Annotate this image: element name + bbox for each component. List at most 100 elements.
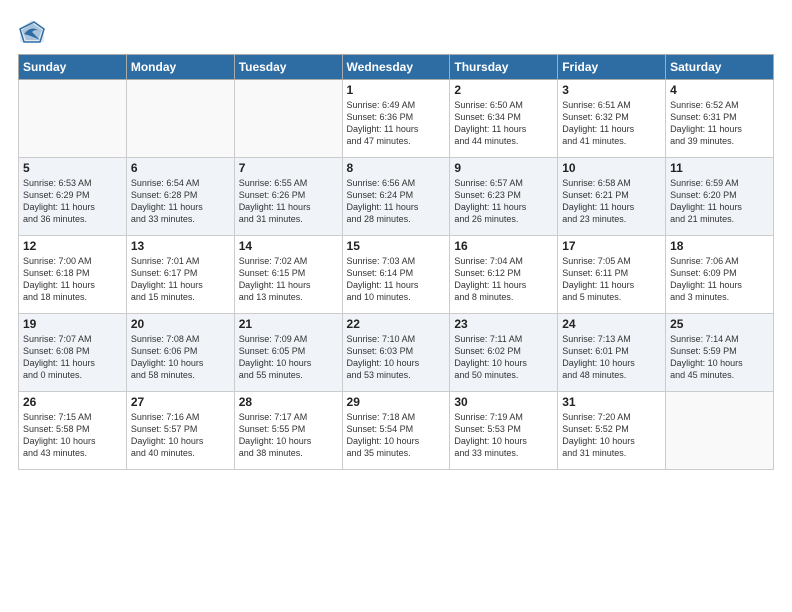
day-info: Sunrise: 7:20 AM Sunset: 5:52 PM Dayligh… (562, 411, 661, 460)
logo (18, 18, 50, 46)
day-number: 20 (131, 317, 230, 331)
calendar-cell: 18 Sunrise: 7:06 AM Sunset: 6:09 PM Dayli… (666, 236, 774, 314)
day-info: Sunrise: 7:04 AM Sunset: 6:12 PM Dayligh… (454, 255, 553, 304)
calendar-cell: 4 Sunrise: 6:52 AM Sunset: 6:31 PM Daylig… (666, 80, 774, 158)
day-info: Sunrise: 6:59 AM Sunset: 6:20 PM Dayligh… (670, 177, 769, 226)
day-info: Sunrise: 7:02 AM Sunset: 6:15 PM Dayligh… (239, 255, 338, 304)
calendar-week-2: 5 Sunrise: 6:53 AM Sunset: 6:29 PM Daylig… (19, 158, 774, 236)
day-number: 3 (562, 83, 661, 97)
day-number: 15 (347, 239, 446, 253)
day-number: 30 (454, 395, 553, 409)
day-number: 21 (239, 317, 338, 331)
col-header-sunday: Sunday (19, 55, 127, 80)
day-number: 29 (347, 395, 446, 409)
day-info: Sunrise: 6:49 AM Sunset: 6:36 PM Dayligh… (347, 99, 446, 148)
day-info: Sunrise: 7:19 AM Sunset: 5:53 PM Dayligh… (454, 411, 553, 460)
day-number: 18 (670, 239, 769, 253)
day-info: Sunrise: 7:14 AM Sunset: 5:59 PM Dayligh… (670, 333, 769, 382)
calendar-cell (666, 392, 774, 470)
calendar-cell: 7Sunrise: 6:55 AM Sunset: 6:26 PM Daylig… (234, 158, 342, 236)
day-info: Sunrise: 6:52 AM Sunset: 6:31 PM Dayligh… (670, 99, 769, 148)
day-number: 22 (347, 317, 446, 331)
calendar-cell: 15Sunrise: 7:03 AM Sunset: 6:14 PM Dayli… (342, 236, 450, 314)
day-number: 14 (239, 239, 338, 253)
day-info: Sunrise: 7:01 AM Sunset: 6:17 PM Dayligh… (131, 255, 230, 304)
day-info: Sunrise: 6:53 AM Sunset: 6:29 PM Dayligh… (23, 177, 122, 226)
calendar-cell: 21 Sunrise: 7:09 AM Sunset: 6:05 PM Dayli… (234, 314, 342, 392)
day-number: 27 (131, 395, 230, 409)
day-number: 12 (23, 239, 122, 253)
day-info: Sunrise: 7:00 AM Sunset: 6:18 PM Dayligh… (23, 255, 122, 304)
calendar-cell: 9Sunrise: 6:57 AM Sunset: 6:23 PM Daylig… (450, 158, 558, 236)
calendar-cell: 26Sunrise: 7:15 AM Sunset: 5:58 PM Dayli… (19, 392, 127, 470)
calendar-week-1: 1Sunrise: 6:49 AM Sunset: 6:36 PM Daylig… (19, 80, 774, 158)
calendar-cell: 6 Sunrise: 6:54 AM Sunset: 6:28 PM Daylig… (126, 158, 234, 236)
day-number: 24 (562, 317, 661, 331)
calendar-cell: 5 Sunrise: 6:53 AM Sunset: 6:29 PM Daylig… (19, 158, 127, 236)
calendar-cell: 20 Sunrise: 7:08 AM Sunset: 6:06 PM Dayli… (126, 314, 234, 392)
day-info: Sunrise: 7:17 AM Sunset: 5:55 PM Dayligh… (239, 411, 338, 460)
calendar: SundayMondayTuesdayWednesdayThursdayFrid… (18, 54, 774, 470)
day-info: Sunrise: 7:08 AM Sunset: 6:06 PM Dayligh… (131, 333, 230, 382)
calendar-cell: 22 Sunrise: 7:10 AM Sunset: 6:03 PM Dayli… (342, 314, 450, 392)
calendar-cell: 28Sunrise: 7:17 AM Sunset: 5:55 PM Dayli… (234, 392, 342, 470)
day-info: Sunrise: 6:50 AM Sunset: 6:34 PM Dayligh… (454, 99, 553, 148)
day-info: Sunrise: 7:06 AM Sunset: 6:09 PM Dayligh… (670, 255, 769, 304)
day-number: 17 (562, 239, 661, 253)
day-number: 25 (670, 317, 769, 331)
calendar-cell: 30 Sunrise: 7:19 AM Sunset: 5:53 PM Dayli… (450, 392, 558, 470)
day-number: 6 (131, 161, 230, 175)
calendar-cell (234, 80, 342, 158)
day-number: 31 (562, 395, 661, 409)
calendar-cell: 2 Sunrise: 6:50 AM Sunset: 6:34 PM Daylig… (450, 80, 558, 158)
calendar-cell: 29Sunrise: 7:18 AM Sunset: 5:54 PM Dayli… (342, 392, 450, 470)
day-info: Sunrise: 6:55 AM Sunset: 6:26 PM Dayligh… (239, 177, 338, 226)
day-number: 5 (23, 161, 122, 175)
day-info: Sunrise: 7:10 AM Sunset: 6:03 PM Dayligh… (347, 333, 446, 382)
calendar-week-3: 12 Sunrise: 7:00 AM Sunset: 6:18 PM Dayli… (19, 236, 774, 314)
day-number: 23 (454, 317, 553, 331)
calendar-header-row: SundayMondayTuesdayWednesdayThursdayFrid… (19, 55, 774, 80)
col-header-tuesday: Tuesday (234, 55, 342, 80)
day-info: Sunrise: 6:58 AM Sunset: 6:21 PM Dayligh… (562, 177, 661, 226)
day-info: Sunrise: 6:56 AM Sunset: 6:24 PM Dayligh… (347, 177, 446, 226)
day-info: Sunrise: 6:54 AM Sunset: 6:28 PM Dayligh… (131, 177, 230, 226)
calendar-cell: 12 Sunrise: 7:00 AM Sunset: 6:18 PM Dayli… (19, 236, 127, 314)
calendar-cell: 3 Sunrise: 6:51 AM Sunset: 6:32 PM Daylig… (558, 80, 666, 158)
day-number: 2 (454, 83, 553, 97)
day-number: 16 (454, 239, 553, 253)
calendar-cell: 11Sunrise: 6:59 AM Sunset: 6:20 PM Dayli… (666, 158, 774, 236)
calendar-cell: 16 Sunrise: 7:04 AM Sunset: 6:12 PM Dayli… (450, 236, 558, 314)
calendar-cell: 27 Sunrise: 7:16 AM Sunset: 5:57 PM Dayli… (126, 392, 234, 470)
header (18, 18, 774, 46)
logo-icon (18, 18, 46, 46)
day-info: Sunrise: 7:13 AM Sunset: 6:01 PM Dayligh… (562, 333, 661, 382)
day-number: 13 (131, 239, 230, 253)
calendar-cell: 10 Sunrise: 6:58 AM Sunset: 6:21 PM Dayli… (558, 158, 666, 236)
day-number: 4 (670, 83, 769, 97)
calendar-cell: 13 Sunrise: 7:01 AM Sunset: 6:17 PM Dayli… (126, 236, 234, 314)
day-info: Sunrise: 7:07 AM Sunset: 6:08 PM Dayligh… (23, 333, 122, 382)
col-header-thursday: Thursday (450, 55, 558, 80)
day-number: 19 (23, 317, 122, 331)
page: SundayMondayTuesdayWednesdayThursdayFrid… (0, 0, 792, 612)
calendar-cell: 17 Sunrise: 7:05 AM Sunset: 6:11 PM Dayli… (558, 236, 666, 314)
day-info: Sunrise: 7:11 AM Sunset: 6:02 PM Dayligh… (454, 333, 553, 382)
day-number: 10 (562, 161, 661, 175)
day-info: Sunrise: 7:16 AM Sunset: 5:57 PM Dayligh… (131, 411, 230, 460)
day-info: Sunrise: 7:09 AM Sunset: 6:05 PM Dayligh… (239, 333, 338, 382)
day-info: Sunrise: 7:05 AM Sunset: 6:11 PM Dayligh… (562, 255, 661, 304)
calendar-cell: 25 Sunrise: 7:14 AM Sunset: 5:59 PM Dayli… (666, 314, 774, 392)
day-info: Sunrise: 7:15 AM Sunset: 5:58 PM Dayligh… (23, 411, 122, 460)
calendar-cell: 19 Sunrise: 7:07 AM Sunset: 6:08 PM Dayli… (19, 314, 127, 392)
calendar-week-5: 26Sunrise: 7:15 AM Sunset: 5:58 PM Dayli… (19, 392, 774, 470)
col-header-friday: Friday (558, 55, 666, 80)
calendar-cell: 24 Sunrise: 7:13 AM Sunset: 6:01 PM Dayli… (558, 314, 666, 392)
day-info: Sunrise: 6:57 AM Sunset: 6:23 PM Dayligh… (454, 177, 553, 226)
day-number: 8 (347, 161, 446, 175)
day-info: Sunrise: 6:51 AM Sunset: 6:32 PM Dayligh… (562, 99, 661, 148)
calendar-cell (19, 80, 127, 158)
calendar-cell: 31 Sunrise: 7:20 AM Sunset: 5:52 PM Dayli… (558, 392, 666, 470)
calendar-cell: 14 Sunrise: 7:02 AM Sunset: 6:15 PM Dayli… (234, 236, 342, 314)
calendar-cell: 23 Sunrise: 7:11 AM Sunset: 6:02 PM Dayli… (450, 314, 558, 392)
